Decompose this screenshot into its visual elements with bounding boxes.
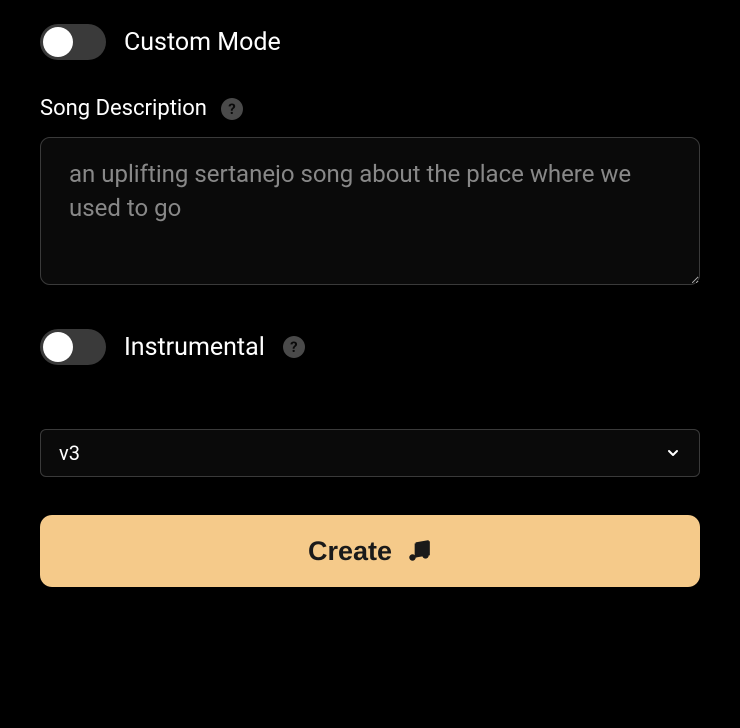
create-button-label: Create (308, 536, 392, 567)
custom-mode-label: Custom Mode (124, 28, 281, 57)
toggle-knob (43, 27, 73, 57)
music-icon (406, 538, 432, 564)
toggle-knob (43, 332, 73, 362)
song-description-label: Song Description (40, 96, 207, 121)
version-select[interactable]: v3 (40, 429, 700, 477)
create-button[interactable]: Create (40, 515, 700, 587)
chevron-down-icon (665, 445, 681, 461)
help-icon[interactable]: ? (221, 98, 243, 120)
help-icon[interactable]: ? (283, 336, 305, 358)
song-description-input[interactable] (40, 137, 700, 285)
custom-mode-toggle[interactable] (40, 24, 106, 60)
version-select-value: v3 (59, 441, 80, 465)
instrumental-label: Instrumental (124, 333, 265, 362)
instrumental-toggle[interactable] (40, 329, 106, 365)
